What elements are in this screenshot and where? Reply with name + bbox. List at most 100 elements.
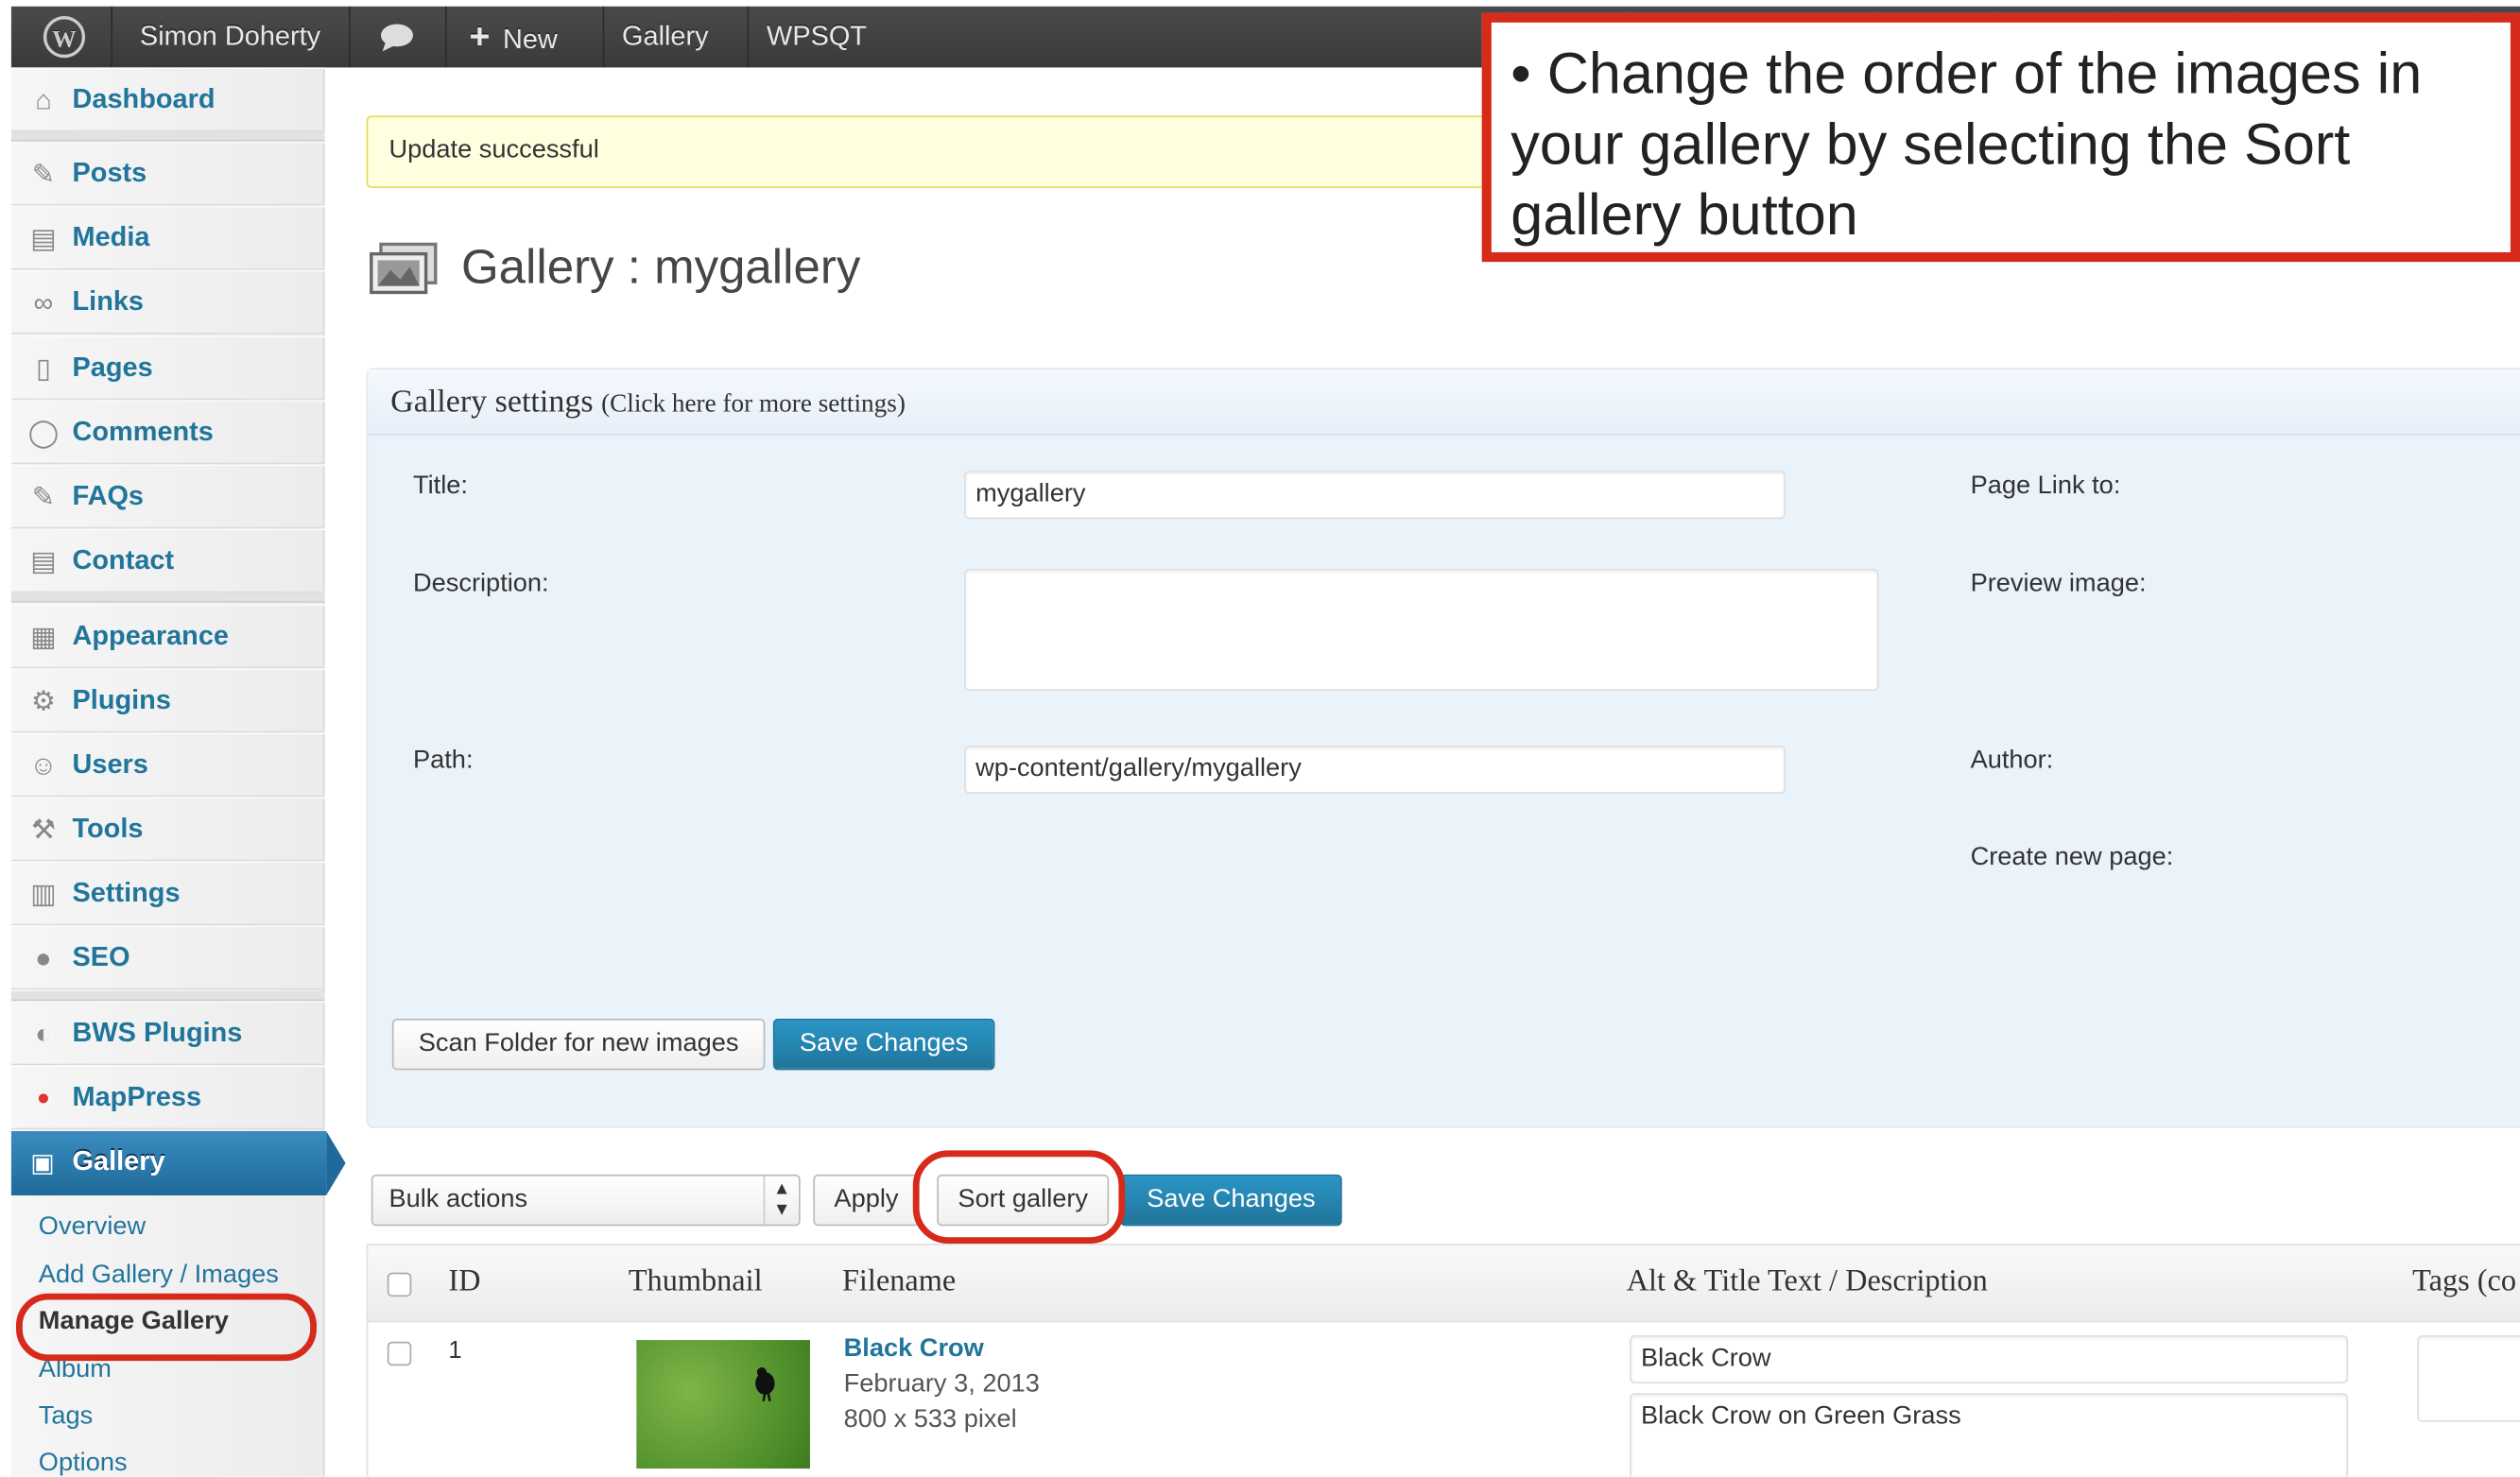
settings-heading: Gallery settings — [390, 384, 594, 420]
admin-bar-gallery[interactable]: Gallery — [622, 7, 709, 68]
wordpress-logo-icon[interactable]: W — [41, 7, 89, 68]
page-link-label: Page Link to: — [1970, 472, 2121, 500]
tags-input[interactable] — [2417, 1334, 2520, 1422]
pin-icon: ✎ — [31, 482, 56, 513]
save-changes-button[interactable]: Save Changes — [772, 1018, 995, 1071]
callout-text: • Change the order of the images in your… — [1510, 40, 2423, 248]
file-size: 800 x 533 pixel — [843, 1405, 1017, 1434]
contact-icon: ▤ — [30, 546, 57, 577]
title-input[interactable]: mygallery — [964, 471, 1786, 520]
comment-icon: ◯ — [27, 418, 60, 449]
submenu-options[interactable]: Options — [39, 1450, 128, 1477]
map-pin-icon: • — [37, 1077, 50, 1119]
description-input[interactable]: Black Crow on Green Grass — [1630, 1393, 2349, 1477]
active-menu-arrow — [326, 1131, 346, 1196]
tools-icon: ⚒ — [30, 815, 56, 846]
gallery-page-icon — [368, 241, 439, 299]
plus-icon: + — [469, 16, 491, 57]
admin-bar-user[interactable]: Simon Doherty — [140, 7, 320, 68]
sidebar-item-contact[interactable]: ▤ Contact — [10, 528, 325, 593]
thumbnail-image[interactable] — [636, 1340, 810, 1469]
seo-icon: ● — [35, 943, 52, 974]
update-notice: Update successful — [366, 115, 1492, 188]
plugin-icon: ⚙ — [30, 686, 56, 717]
sidebar-item-links[interactable]: ∞ Links — [10, 269, 325, 335]
sidebar-item-bws-plugins[interactable]: ◐ BWS Plugins — [10, 1001, 325, 1066]
sidebar-item-label: Appearance — [72, 620, 230, 651]
sidebar-item-media[interactable]: ▤ Media — [10, 205, 325, 270]
description-label: Description: — [412, 570, 549, 598]
sidebar-item-faqs[interactable]: ✎ FAQs — [10, 464, 325, 529]
home-icon: ⌂ — [35, 85, 52, 116]
instruction-callout: • Change the order of the images in your… — [1481, 12, 2520, 263]
sidebar-item-comments[interactable]: ◯ Comments — [10, 400, 325, 465]
select-all-checkbox[interactable] — [387, 1272, 412, 1297]
screenshot-root: W Simon Doherty + New Gallery WPSQT ⌂ Dash… — [0, 0, 2520, 1477]
link-icon: ∞ — [33, 287, 54, 318]
sidebar-item-label: Links — [72, 285, 145, 317]
sidebar-item-settings[interactable]: ▥ Settings — [10, 861, 325, 926]
submenu-add-gallery[interactable]: Add Gallery / Images — [39, 1262, 279, 1291]
menu-separator — [10, 593, 325, 603]
sidebar-item-label: Users — [72, 748, 148, 780]
sidebar-item-label: MapPress — [72, 1081, 202, 1112]
file-date: February 3, 2013 — [843, 1370, 1040, 1399]
col-alt-title: Alt & Title Text / Description — [1626, 1264, 1988, 1298]
scan-folder-button[interactable]: Scan Folder for new images — [391, 1018, 766, 1071]
settings-header[interactable]: Gallery settings (Click here for more se… — [368, 369, 2520, 436]
admin-bar-wpsqt[interactable]: WPSQT — [767, 7, 867, 68]
preview-image-label: Preview image: — [1970, 570, 2147, 598]
col-tags: Tags (co — [2412, 1264, 2517, 1298]
sidebar-item-users[interactable]: ☺ Users — [10, 732, 325, 798]
sidebar-item-label: BWS Plugins — [72, 1017, 243, 1048]
table-row: 1 Black Crow February 3, 2013 800 x 533 … — [368, 1322, 2520, 1477]
new-menu[interactable]: + New — [469, 7, 557, 68]
path-input[interactable]: wp-content/gallery/mygallery — [964, 745, 1786, 794]
sidebar-item-plugins[interactable]: ⚙ Plugins — [10, 668, 325, 733]
sidebar-item-label: Gallery — [72, 1145, 165, 1176]
row-checkbox[interactable] — [387, 1341, 412, 1366]
sidebar-item-seo[interactable]: ● SEO — [10, 925, 325, 990]
sidebar-item-appearance[interactable]: ▦ Appearance — [10, 604, 325, 669]
submenu-overview[interactable]: Overview — [39, 1213, 146, 1243]
sidebar-item-label: Tools — [72, 813, 144, 844]
sidebar-item-label: Comments — [72, 416, 214, 447]
sidebar-item-label: SEO — [72, 941, 130, 972]
sidebar-item-gallery[interactable]: ▣ Gallery — [10, 1131, 327, 1196]
more-settings-link[interactable]: (Click here for more settings) — [601, 390, 906, 418]
new-label: New — [502, 24, 558, 55]
sidebar-item-label: Settings — [72, 877, 181, 908]
col-id[interactable]: ID — [448, 1264, 480, 1299]
sidebar-item-label: Posts — [72, 157, 147, 188]
create-page-label: Create new page: — [1970, 843, 2174, 871]
sidebar-item-label: Plugins — [72, 684, 171, 715]
bulk-actions-select[interactable]: Bulk actions ▲ ▼ — [371, 1174, 801, 1227]
sidebar-item-label: Contact — [72, 544, 175, 575]
sidebar-item-dashboard[interactable]: ⌂ Dashboard — [10, 67, 325, 132]
sidebar-item-posts[interactable]: ✎ Posts — [10, 141, 325, 206]
description-textarea[interactable] — [964, 568, 1879, 692]
alt-title-input[interactable]: Black Crow — [1630, 1334, 2349, 1383]
apply-button[interactable]: Apply — [813, 1174, 920, 1227]
gallery-settings-panel: Gallery settings (Click here for more se… — [366, 368, 2520, 1128]
sidebar-item-pages[interactable]: ▯ Pages — [10, 335, 325, 401]
sidebar-item-label: Media — [72, 221, 150, 252]
page-title: Gallery : mygallery — [460, 241, 861, 295]
users-icon: ☺ — [29, 750, 58, 781]
sidebar-item-label: Pages — [72, 352, 153, 383]
notice-text: Update successful — [388, 136, 599, 164]
col-filename[interactable]: Filename — [842, 1264, 956, 1299]
title-label: Title: — [412, 472, 468, 500]
manage-gallery-highlight — [16, 1293, 317, 1362]
table-header: ID Thumbnail Filename Alt & Title Text /… — [368, 1245, 2520, 1323]
speech-bubble-icon[interactable] — [378, 7, 417, 68]
save-changes-button-2[interactable]: Save Changes — [1120, 1174, 1342, 1227]
author-label: Author: — [1970, 747, 2054, 775]
filename-link[interactable]: Black Crow — [844, 1335, 984, 1365]
row-id: 1 — [448, 1336, 462, 1365]
sidebar-item-tools[interactable]: ⚒ Tools — [10, 797, 325, 862]
media-icon: ▤ — [30, 223, 57, 254]
submenu-tags[interactable]: Tags — [39, 1402, 93, 1432]
settings-icon: ▥ — [30, 879, 57, 910]
sidebar-item-mappress[interactable]: • MapPress — [10, 1065, 325, 1130]
